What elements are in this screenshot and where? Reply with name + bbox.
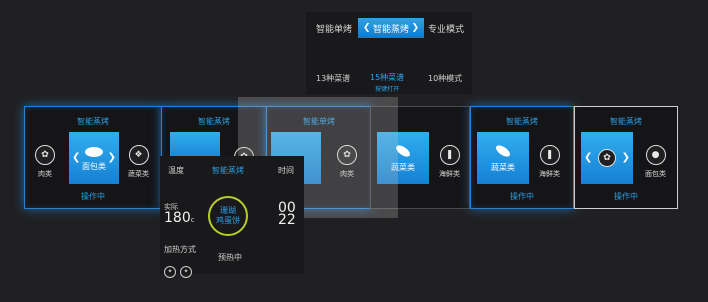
cooking-detail-card: 温度 智能蒸烤 时间 实际 180c 珊瑚 鸡蛋饼 00 22 加热方式 ✦ ✦ …: [160, 156, 304, 278]
category-seafood[interactable]: ❚ 海鲜类: [539, 145, 560, 179]
time-value-2: 22: [278, 212, 296, 228]
mode-bar: 智能单烤 ❮ 智能蒸烤 ❯ 专业模式 13种菜谱 15种菜谱 按键打开 10种模…: [306, 12, 472, 94]
chevron-right-icon[interactable]: ❯: [108, 152, 116, 163]
mode-count-10: 10种模式: [428, 74, 463, 83]
status-operating: 操作中: [81, 192, 105, 201]
panel-title: 智能蒸烤: [610, 117, 642, 126]
status-operating: 操作中: [614, 192, 638, 201]
temperature-value: 180c: [164, 210, 195, 226]
steam-icon: ✦: [180, 265, 192, 278]
category-bread-selected[interactable]: ❮ 面包类 ❯: [69, 132, 119, 184]
heating-icons: ✦ ✦: [164, 258, 196, 278]
temperature-label: 温度: [168, 166, 184, 175]
meat-icon: ✿: [598, 149, 616, 167]
category-bread[interactable]: ● 面包类: [645, 145, 666, 179]
seafood-icon: ❚: [539, 145, 560, 165]
category-seafood[interactable]: ❚ 海鲜类: [439, 145, 460, 179]
chevron-left-icon[interactable]: ❮: [72, 152, 80, 163]
bread-icon: ●: [645, 145, 666, 165]
vegetable-icon: ❖: [128, 145, 149, 165]
seafood-icon: ❚: [439, 145, 460, 165]
chevron-left-icon[interactable]: ❮: [363, 23, 371, 33]
time-label: 时间: [278, 166, 294, 175]
category-tile-selected[interactable]: ❮ ✿ ❯: [581, 132, 633, 184]
category-meat[interactable]: ✿ 肉类: [35, 145, 55, 179]
chevron-right-icon[interactable]: ❯: [411, 23, 419, 33]
mode-tab-professional[interactable]: 专业模式: [428, 22, 464, 35]
mode-label: 智能蒸烤: [212, 166, 244, 175]
chevron-right-icon[interactable]: ❯: [622, 152, 630, 163]
recipe-count-15: 15种菜谱 按键打开: [370, 73, 405, 93]
mode-tab-smart-steam-roast[interactable]: ❮ 智能蒸烤 ❯: [358, 18, 424, 38]
panel-title: 智能蒸烤: [77, 117, 109, 126]
bread-icon: [85, 146, 103, 157]
preheating-status: 预热中: [218, 253, 242, 262]
fan-icon: ✦: [164, 265, 176, 278]
vegetable-icon: [496, 144, 510, 157]
heating-method-label: 加热方式: [164, 245, 196, 254]
meat-icon: ✿: [35, 145, 55, 165]
panel-steam-roast-5: 智能蒸烤 蔬菜类 ❚ 海鲜类 操作中: [470, 106, 574, 209]
category-vegetable[interactable]: ❖ 蔬菜类: [128, 145, 149, 179]
press-to-open-hint: 按键打开: [375, 86, 400, 93]
panel-title: 智能蒸烤: [506, 117, 538, 126]
category-vegetable-selected[interactable]: 蔬菜类: [477, 132, 529, 184]
recipe-count-13: 13种菜谱: [316, 74, 351, 83]
food-ring: 珊瑚 鸡蛋饼: [208, 196, 248, 236]
mode-tab-smart-single-roast[interactable]: 智能单烤: [316, 22, 352, 35]
status-operating: 操作中: [510, 192, 534, 201]
panel-steam-roast-6: 智能蒸烤 ❮ ✿ ❯ ● 面包类 操作中: [574, 106, 678, 209]
panel-steam-roast-1: 智能蒸烤 ✿ 肉类 ❮ 面包类 ❯ ❖ 蔬菜类 操作中: [24, 106, 162, 209]
chevron-left-icon[interactable]: ❮: [584, 152, 592, 163]
